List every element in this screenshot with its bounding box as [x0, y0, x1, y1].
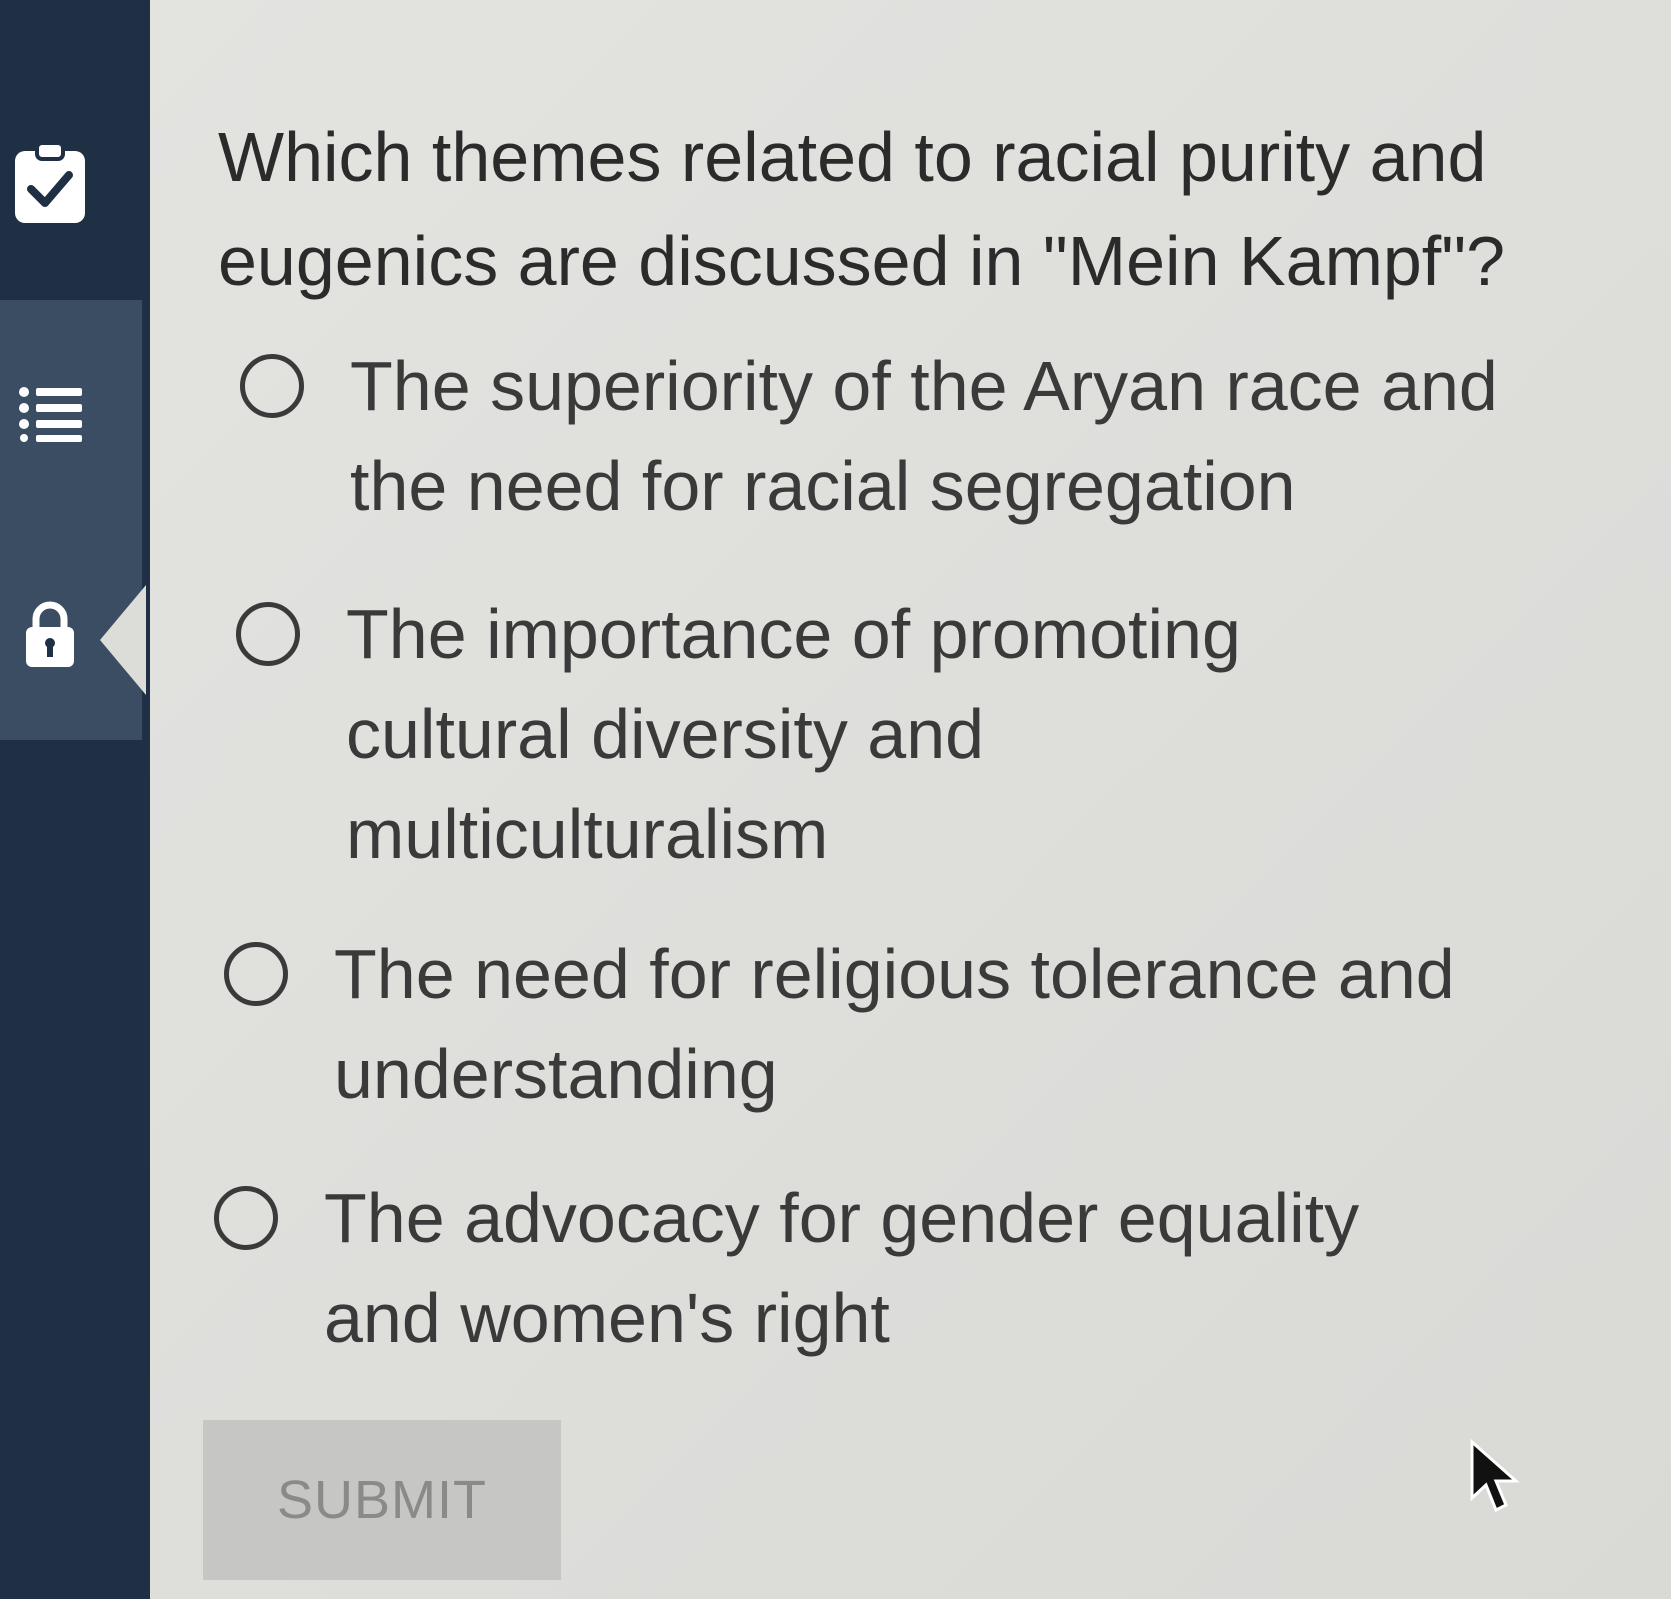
answer-option-2[interactable]: The importance of promoting cultural div…: [236, 584, 1246, 884]
active-indicator: [100, 585, 146, 695]
submit-button[interactable]: SUBMIT: [203, 1420, 561, 1580]
list-icon: [19, 387, 82, 442]
question-text: Which themes related to racial purity an…: [218, 118, 1506, 300]
sidebar-item-assignment[interactable]: [6, 140, 94, 228]
sidebar-item-list[interactable]: [6, 370, 94, 458]
clipboard-check-icon: [15, 143, 85, 223]
radio-button[interactable]: [236, 602, 300, 666]
answer-option-3[interactable]: The need for religious tolerance and und…: [224, 924, 1534, 1124]
answer-option-label: The need for religious tolerance and und…: [334, 935, 1455, 1113]
answer-option-4[interactable]: The advocacy for gender equality and wom…: [214, 1168, 1364, 1368]
sidebar-item-lock[interactable]: [6, 590, 94, 678]
answer-option-label: The superiority of the Aryan race and th…: [350, 347, 1498, 525]
answer-option-1[interactable]: The superiority of the Aryan race and th…: [240, 336, 1550, 536]
radio-button[interactable]: [214, 1186, 278, 1250]
sidebar: [0, 0, 150, 1599]
answer-option-label: The importance of promoting cultural div…: [346, 595, 1241, 873]
lock-icon: [26, 601, 74, 667]
radio-button[interactable]: [240, 354, 304, 418]
answer-option-label: The advocacy for gender equality and wom…: [324, 1179, 1360, 1357]
mouse-cursor-icon: [1470, 1438, 1520, 1513]
radio-button[interactable]: [224, 942, 288, 1006]
